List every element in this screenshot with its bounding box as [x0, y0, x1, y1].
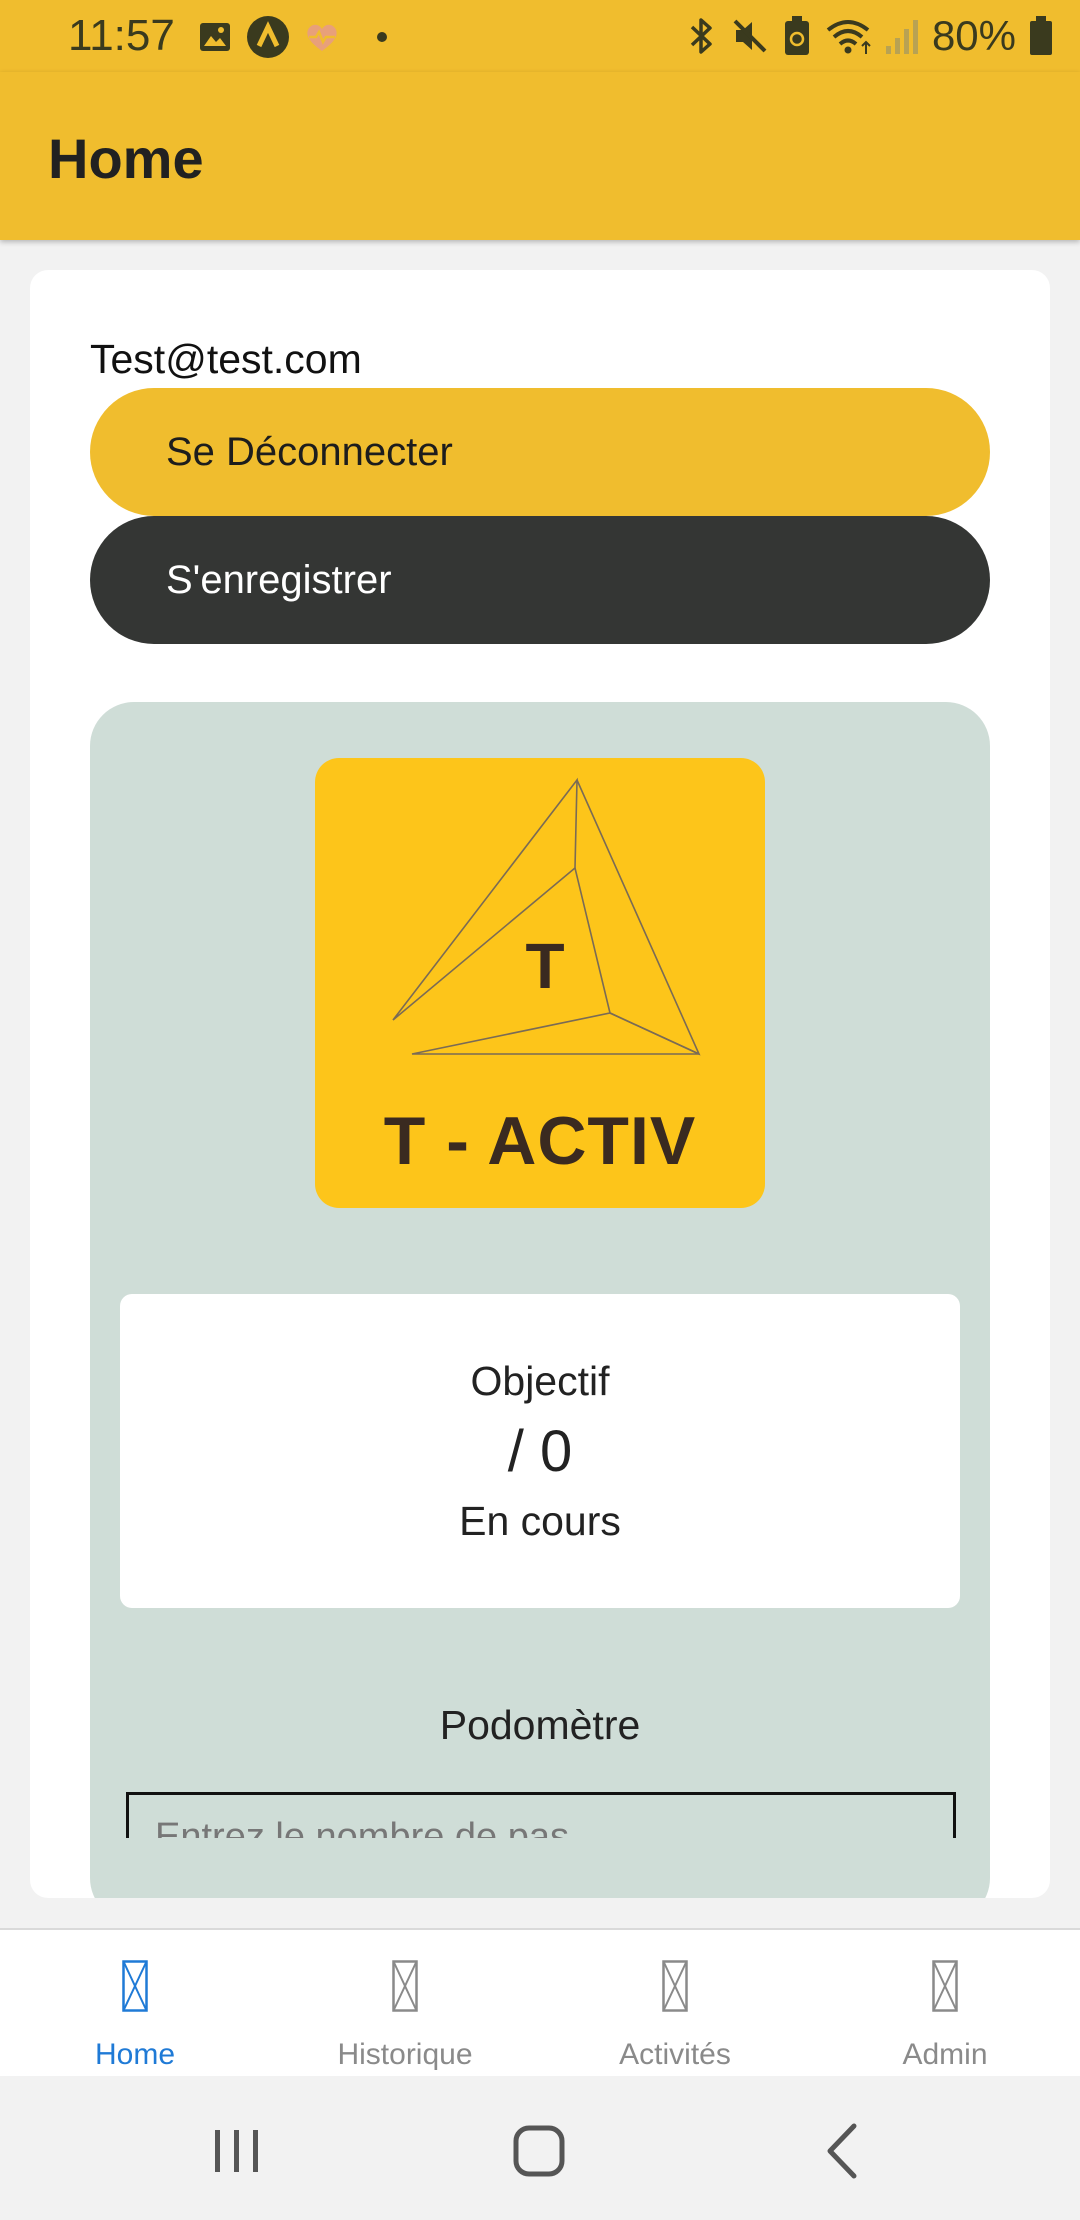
bottom-tab-bar: Home Historique Activités Admin — [0, 1928, 1080, 2078]
activity-scroll-area[interactable]: T T - ACTIV Objectif / 0 En cours Podomè… — [90, 702, 990, 1838]
main-card: Test@test.com Se Déconnecter S'enregistr… — [30, 270, 1050, 1898]
tab-activites[interactable]: Activités — [540, 1930, 810, 2078]
tab-historique[interactable]: Historique — [270, 1930, 540, 2078]
missing-glyph-icon — [662, 1960, 688, 2012]
dot-icon — [377, 32, 387, 42]
t-activ-logo: T T - ACTIV — [315, 758, 765, 1208]
recent-apps-icon[interactable] — [202, 2116, 272, 2186]
home-nav-icon[interactable] — [504, 2116, 574, 2186]
page-title: Home — [48, 127, 204, 190]
goal-title: Objectif — [470, 1358, 610, 1404]
step-count-input[interactable] — [126, 1792, 956, 1838]
tab-label: Historique — [337, 2038, 473, 2071]
signal-icon — [885, 20, 918, 54]
app-bar: Home — [0, 72, 1080, 240]
logo-text: T - ACTIV — [383, 1103, 697, 1179]
missing-glyph-icon — [932, 1960, 958, 2012]
goal-status: En cours — [459, 1498, 621, 1544]
status-time: 11:57 — [68, 11, 175, 60]
logo-letter: T — [525, 930, 564, 1002]
status-system-icons: 80% — [686, 8, 1054, 64]
heart-pulse-icon — [307, 24, 337, 51]
status-notification-icons — [198, 14, 394, 60]
missing-glyph-icon — [392, 1960, 418, 2012]
bluetooth-icon — [690, 18, 712, 54]
battery-percent: 80% — [931, 12, 1016, 59]
a-circle-icon — [247, 16, 289, 58]
logout-button[interactable]: Se Déconnecter — [90, 388, 990, 516]
mute-icon — [733, 19, 767, 53]
pedometer-title: Podomètre — [439, 1702, 641, 1748]
tab-label: Home — [94, 2038, 176, 2071]
activity-panel: T T - ACTIV Objectif / 0 En cours Podomè… — [90, 702, 990, 1898]
tab-label: Admin — [902, 2038, 988, 2071]
back-nav-icon[interactable] — [808, 2116, 878, 2186]
system-navigation-bar — [0, 2076, 1080, 2220]
tab-label: Activités — [619, 2038, 731, 2071]
tab-admin[interactable]: Admin — [810, 1930, 1080, 2078]
wifi-icon — [826, 20, 871, 54]
user-email: Test@test.com — [90, 336, 362, 382]
tab-home[interactable]: Home — [0, 1930, 270, 2078]
battery-saver-icon — [784, 16, 809, 55]
battery-icon — [1030, 16, 1052, 55]
image-icon — [200, 23, 230, 51]
status-bar: 11:57 80% — [0, 0, 1080, 72]
register-button[interactable]: S'enregistrer — [90, 516, 990, 644]
goal-card: Objectif / 0 En cours — [120, 1294, 960, 1608]
missing-glyph-icon — [122, 1960, 148, 2012]
goal-value: / 0 — [507, 1419, 573, 1484]
